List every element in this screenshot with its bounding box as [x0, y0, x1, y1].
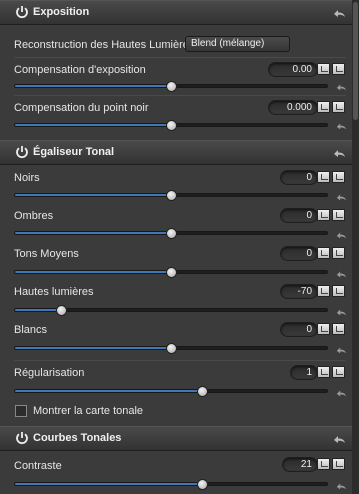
highlight-reconstruction-label: Reconstruction des Hautes Lumières:	[14, 39, 198, 51]
value-field[interactable]: 1	[290, 365, 318, 380]
divider	[14, 360, 346, 361]
reset-icon[interactable]	[335, 230, 347, 240]
section-title: Exposition	[33, 6, 90, 18]
show-tone-map-label: Montrer la carte tonale	[33, 405, 144, 417]
curve-icon[interactable]	[332, 323, 345, 335]
reset-icon[interactable]	[332, 147, 346, 159]
slider-knob[interactable]	[166, 81, 177, 92]
curve-icon[interactable]	[332, 247, 345, 259]
slider-label: Régularisation	[14, 367, 85, 379]
curve-icon[interactable]	[332, 63, 345, 75]
section-header-egaliseur-tonal[interactable]: Égaliseur Tonal	[0, 140, 352, 165]
reset-icon[interactable]	[332, 7, 346, 19]
slider-label: Blancs	[14, 324, 48, 336]
value-field[interactable]: 0	[280, 170, 318, 185]
scrollbar[interactable]	[352, 0, 359, 494]
section-title: Égaliseur Tonal	[33, 146, 115, 158]
curve-icon[interactable]	[332, 458, 345, 470]
power-icon[interactable]	[15, 5, 29, 19]
slider-knob[interactable]	[166, 343, 177, 354]
slider-label: Compensation du point noir	[14, 102, 149, 114]
edit-icon[interactable]	[317, 101, 330, 113]
slider-track[interactable]	[14, 389, 328, 393]
section-header-courbes-tonales[interactable]: Courbes Tonales	[0, 426, 352, 451]
power-icon[interactable]	[15, 431, 29, 445]
slider-label: Noirs	[14, 172, 40, 184]
edit-icon[interactable]	[317, 63, 330, 75]
value-field[interactable]: 0.000	[268, 100, 318, 115]
slider-label: Compensation d'exposition	[14, 64, 146, 76]
edit-icon[interactable]	[317, 323, 330, 335]
scrollbar-thumb[interactable]	[353, 2, 358, 120]
reset-icon[interactable]	[335, 345, 347, 355]
slider-knob[interactable]	[166, 190, 177, 201]
value-field[interactable]: 21	[282, 457, 318, 472]
section-title: Courbes Tonales	[33, 432, 122, 444]
reset-icon[interactable]	[335, 481, 347, 491]
edit-icon[interactable]	[317, 171, 330, 183]
slider-knob[interactable]	[166, 228, 177, 239]
slider-knob[interactable]	[166, 267, 177, 278]
curve-icon[interactable]	[332, 209, 345, 221]
curve-icon[interactable]	[332, 366, 345, 378]
value-field[interactable]: 0	[280, 322, 318, 337]
value-field[interactable]: 0.00	[268, 62, 318, 77]
tool-panel: Exposition Reconstruction des Hautes Lum…	[0, 0, 359, 494]
slider-label: Ombres	[14, 210, 54, 222]
highlight-reconstruction-select[interactable]: Blend (mélange)	[185, 36, 290, 52]
slider-knob[interactable]	[56, 305, 68, 316]
slider-knob[interactable]	[197, 386, 209, 397]
value-field[interactable]: 0	[280, 246, 318, 261]
edit-icon[interactable]	[317, 458, 330, 470]
reset-icon[interactable]	[335, 307, 347, 317]
power-icon[interactable]	[15, 145, 29, 159]
edit-icon[interactable]	[317, 285, 330, 297]
reset-icon[interactable]	[335, 269, 347, 279]
edit-icon[interactable]	[317, 366, 330, 378]
curve-icon[interactable]	[332, 171, 345, 183]
divider	[14, 57, 346, 58]
value-field[interactable]: 0	[280, 208, 318, 223]
edit-icon[interactable]	[317, 209, 330, 221]
slider-knob[interactable]	[197, 479, 209, 490]
show-tone-map-checkbox[interactable]	[15, 405, 27, 417]
reset-icon[interactable]	[332, 433, 346, 445]
slider-track[interactable]	[14, 482, 328, 486]
value-field[interactable]: -70	[280, 284, 318, 299]
reset-icon[interactable]	[335, 121, 347, 131]
slider-label: Tons Moyens	[14, 248, 79, 260]
edit-icon[interactable]	[317, 247, 330, 259]
slider-knob[interactable]	[166, 120, 177, 131]
section-header-exposition[interactable]: Exposition	[0, 0, 352, 25]
curve-icon[interactable]	[332, 101, 345, 113]
curve-icon[interactable]	[332, 285, 345, 297]
reset-icon[interactable]	[335, 192, 347, 202]
slider-label: Contraste	[14, 460, 62, 472]
reset-icon[interactable]	[335, 388, 347, 398]
divider	[14, 95, 346, 96]
reset-icon[interactable]	[335, 82, 347, 92]
slider-label: Hautes lumières	[14, 286, 94, 298]
